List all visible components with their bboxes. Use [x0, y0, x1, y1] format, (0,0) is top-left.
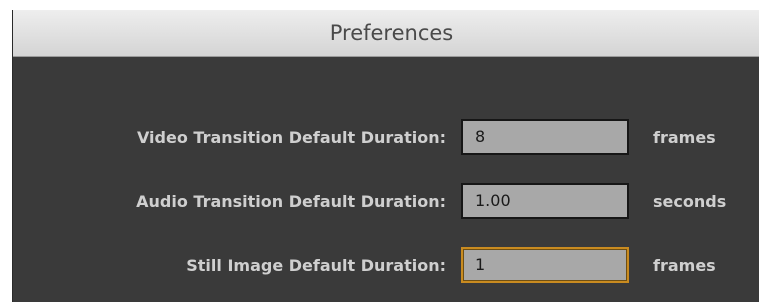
- audio-transition-duration-unit: seconds: [653, 192, 727, 211]
- window-title: Preferences: [329, 21, 454, 45]
- video-transition-duration-row: Video Transition Default Duration: 8 fra…: [13, 118, 759, 158]
- video-transition-duration-label: Video Transition Default Duration:: [136, 128, 446, 147]
- preferences-window: Preferences Video Transition Default Dur…: [12, 10, 759, 302]
- video-transition-duration-input[interactable]: 8: [461, 119, 629, 155]
- video-transition-duration-unit: frames: [653, 128, 716, 147]
- still-image-duration-unit: frames: [653, 256, 716, 275]
- audio-transition-duration-input[interactable]: 1.00: [461, 183, 629, 219]
- audio-transition-duration-label: Audio Transition Default Duration:: [136, 192, 446, 211]
- audio-transition-duration-row: Audio Transition Default Duration: 1.00 …: [13, 182, 759, 222]
- title-bar: Preferences: [13, 10, 759, 57]
- still-image-duration-row: Still Image Default Duration: 1 frames: [13, 246, 759, 286]
- still-image-duration-input[interactable]: 1: [461, 247, 629, 283]
- still-image-duration-label: Still Image Default Duration:: [186, 256, 446, 275]
